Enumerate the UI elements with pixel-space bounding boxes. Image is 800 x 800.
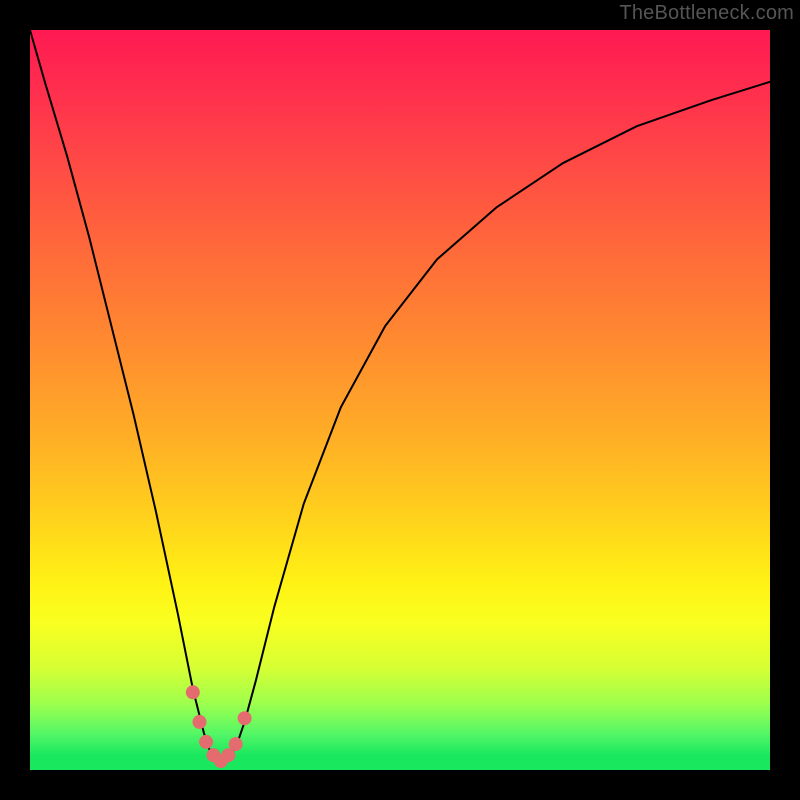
highlight-dot <box>199 735 213 749</box>
highlight-dots <box>186 685 252 768</box>
highlight-dot <box>186 685 200 699</box>
highlight-dot <box>193 715 207 729</box>
highlight-dot <box>238 711 252 725</box>
chart-frame: TheBottleneck.com <box>0 0 800 800</box>
bottleneck-curve <box>30 30 770 763</box>
highlight-dot <box>229 737 243 751</box>
curve-layer <box>30 30 770 770</box>
plot-area <box>30 30 770 770</box>
watermark-label: TheBottleneck.com <box>619 2 794 25</box>
